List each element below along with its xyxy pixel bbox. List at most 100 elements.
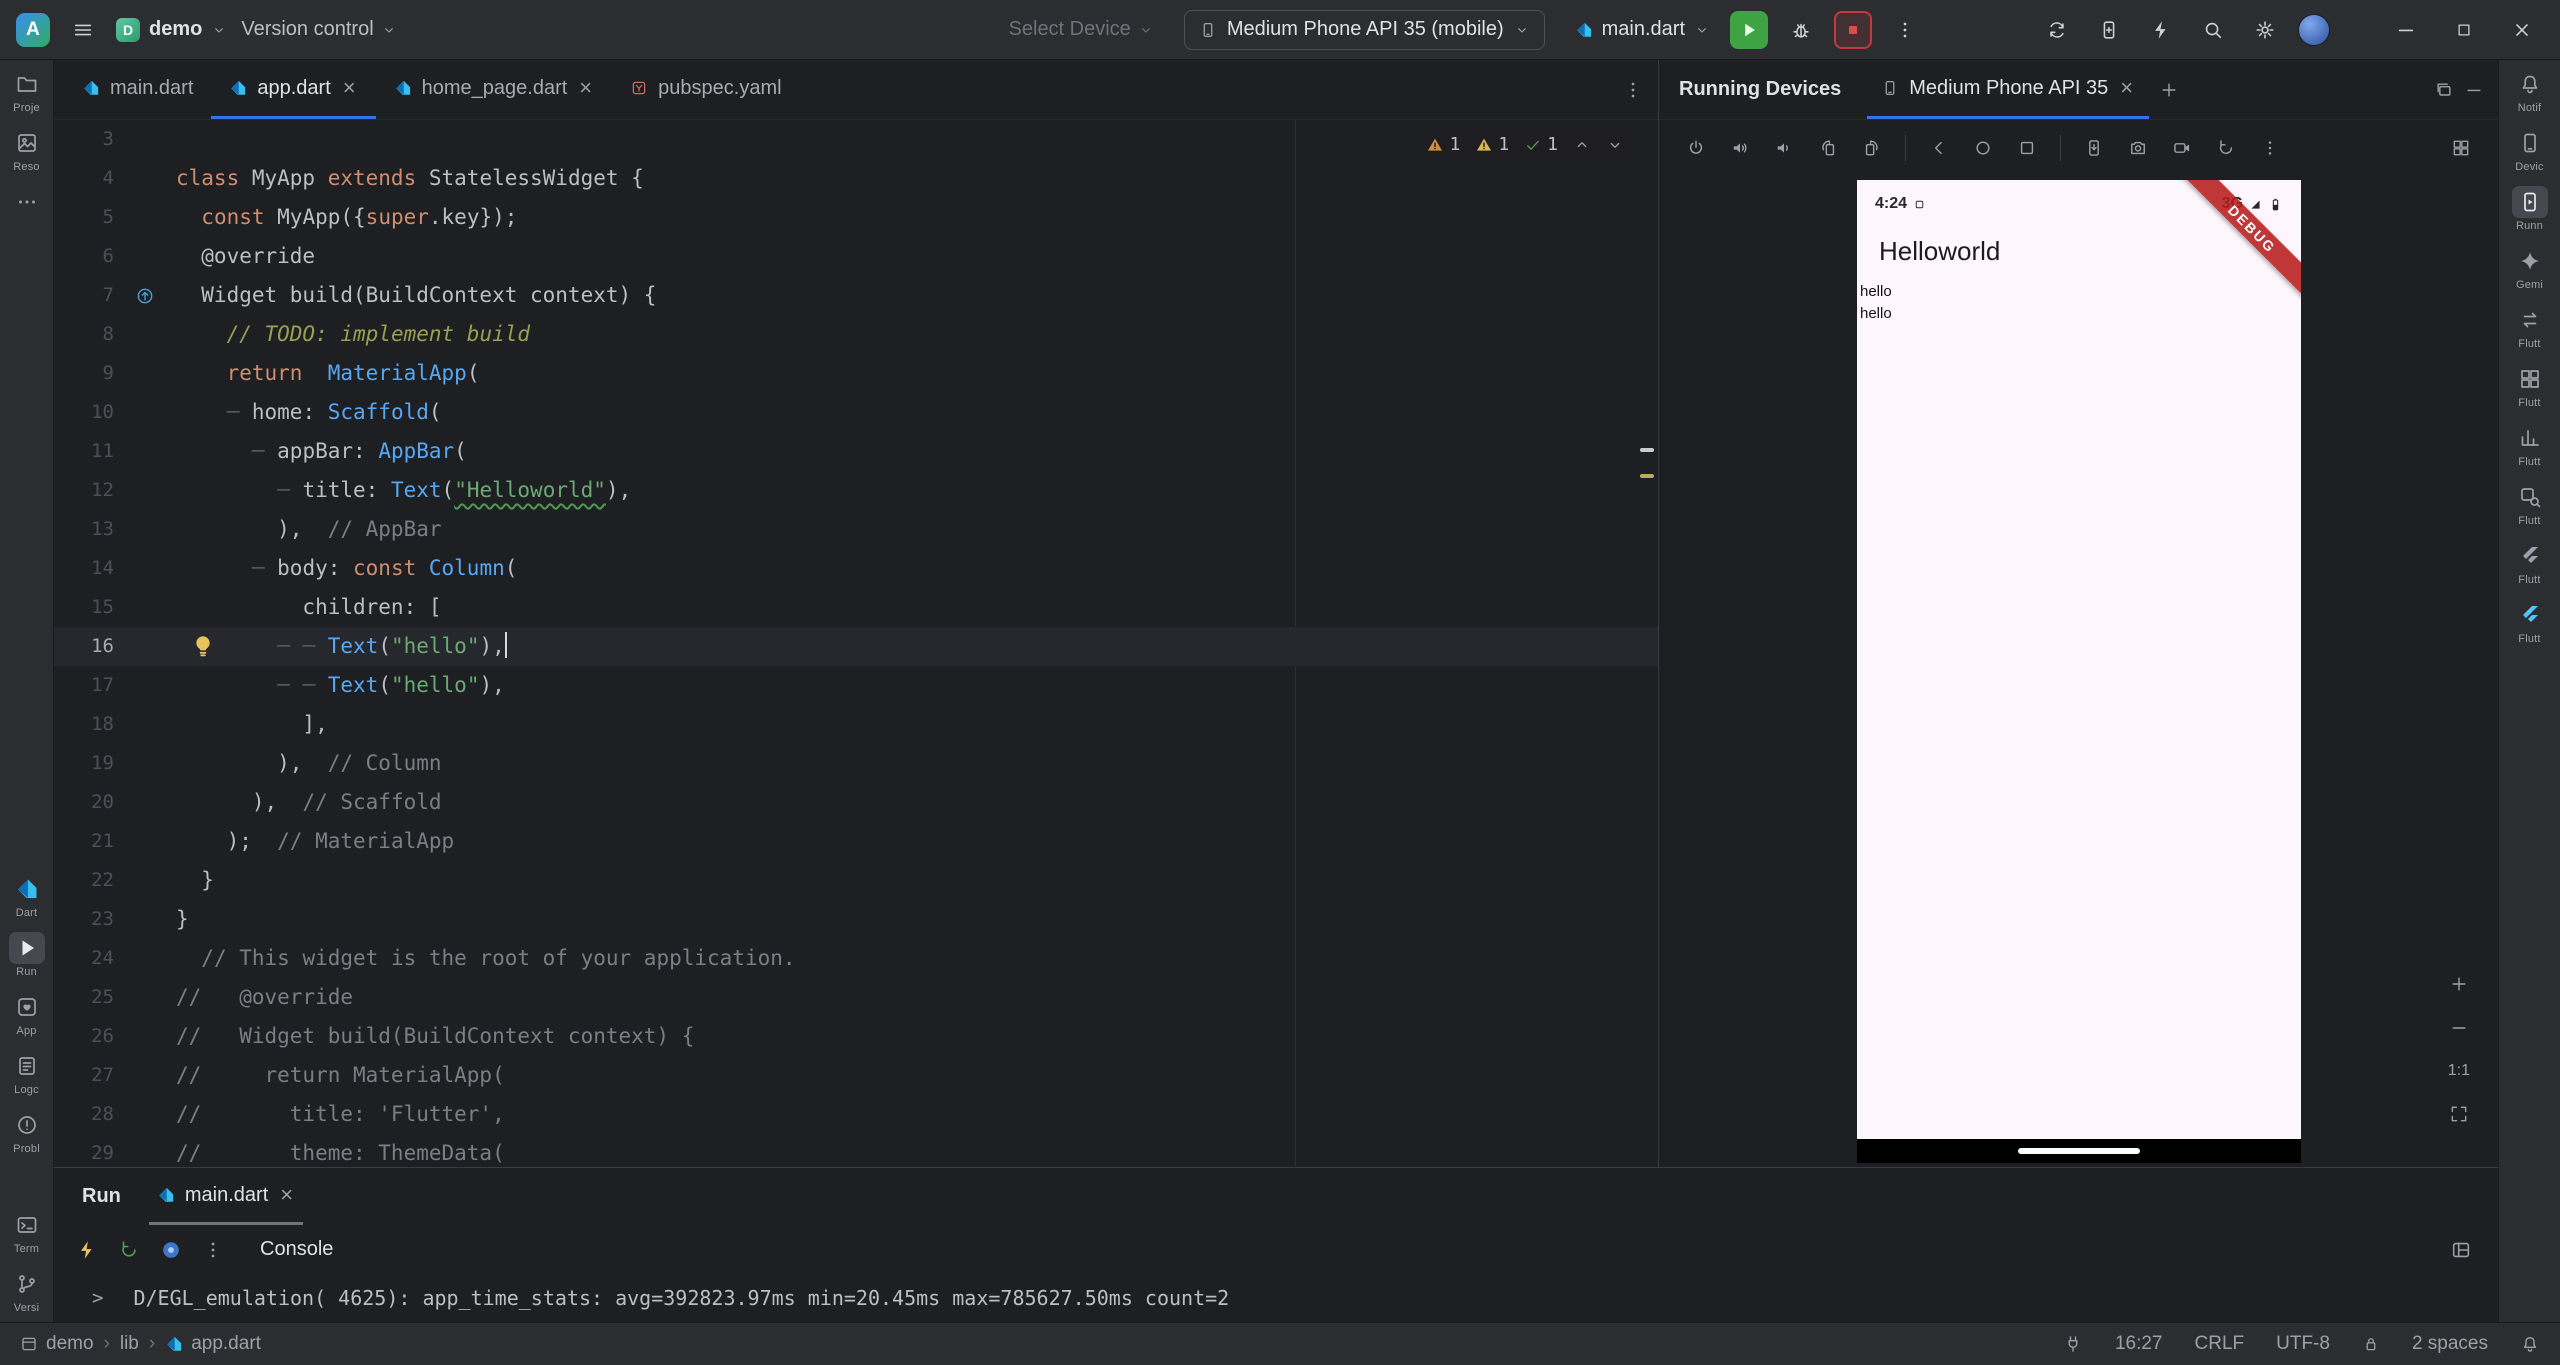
code-line-24[interactable]: 24 // This widget is the root of your ap…	[54, 939, 1658, 978]
volume-down-button[interactable]	[1765, 129, 1803, 167]
tool-stripe-problems[interactable]: Probl	[9, 1109, 45, 1155]
breadcrumb-app.dart[interactable]: app.dart	[165, 1333, 261, 1355]
zoom-out-icon[interactable]	[2449, 1018, 2469, 1038]
close-icon[interactable]: ×	[2118, 77, 2135, 99]
console-expand-icon[interactable]: >	[92, 1287, 103, 1309]
display-mode-button[interactable]	[2442, 129, 2480, 167]
tab-options-icon[interactable]	[1622, 79, 1644, 101]
run-configuration-selector[interactable]: main.dart	[1575, 18, 1710, 41]
device-category-selector[interactable]: Select Device	[1009, 18, 1154, 41]
code-line-18[interactable]: 18 ],	[54, 705, 1658, 744]
device-manager-button[interactable]	[2090, 11, 2128, 49]
code-line-19[interactable]: 19 ), // Column	[54, 744, 1658, 783]
code-line-17[interactable]: 17 ─ ─ Text("hello"),	[54, 666, 1658, 705]
add-device-tab-icon[interactable]	[2159, 80, 2179, 100]
previous-issue-icon[interactable]	[1573, 136, 1591, 154]
console-tab[interactable]: Console	[260, 1238, 333, 1261]
rotate-right-button[interactable]	[1853, 129, 1891, 167]
gesture-nav-bar[interactable]	[1857, 1139, 2301, 1163]
caret-position[interactable]: 16:27	[2115, 1333, 2163, 1355]
more-run-actions-button[interactable]	[1886, 11, 1924, 49]
code-line-8[interactable]: 8 // TODO: implement build	[54, 315, 1658, 354]
back-button[interactable]	[1920, 129, 1958, 167]
readonly-lock-icon[interactable]	[2362, 1335, 2380, 1353]
code-line-12[interactable]: 12 ─ title: Text("Helloworld"),	[54, 471, 1658, 510]
float-window-icon[interactable]	[2434, 80, 2454, 100]
code-line-3[interactable]: 3	[54, 120, 1658, 159]
window-minimize-button[interactable]	[2384, 10, 2428, 50]
tool-stripe-logcat[interactable]: Logc	[9, 1050, 45, 1096]
code-line-25[interactable]: 25// @override	[54, 978, 1658, 1017]
device-selector[interactable]: Medium Phone API 35 (mobile)	[1184, 10, 1545, 50]
code-line-20[interactable]: 20 ), // Scaffold	[54, 783, 1658, 822]
code-line-15[interactable]: 15 children: [	[54, 588, 1658, 627]
gradle-sync-button[interactable]	[2038, 11, 2076, 49]
code-line-11[interactable]: 11 ─ appBar: AppBar(	[54, 432, 1658, 471]
tool-stripe-notifications[interactable]: Notif	[2512, 68, 2548, 114]
notifications-icon[interactable]	[2520, 1334, 2540, 1354]
vcs-widget[interactable]: Version control	[241, 18, 396, 41]
hide-panel-icon[interactable]	[2464, 80, 2484, 100]
next-issue-icon[interactable]	[1606, 136, 1624, 154]
search-everywhere-button[interactable]	[2194, 11, 2232, 49]
device-tab[interactable]: Medium Phone API 35 ×	[1867, 60, 2149, 119]
tool-stripe-more-tool-windows[interactable]	[9, 186, 45, 218]
screenshot-button[interactable]	[2075, 129, 2113, 167]
app-console-icon[interactable]	[160, 1239, 182, 1261]
tool-stripe-terminal[interactable]: Term	[9, 1209, 45, 1255]
settings-button[interactable]	[2246, 11, 2284, 49]
code-line-13[interactable]: 13 ), // AppBar	[54, 510, 1658, 549]
stop-button[interactable]	[1834, 11, 1872, 49]
code-line-16[interactable]: 16 ─ ─ Text("hello"),	[54, 627, 1658, 666]
volume-up-button[interactable]	[1721, 129, 1759, 167]
tool-stripe-gemini[interactable]: Gemi	[2512, 245, 2548, 291]
code-line-21[interactable]: 21 ); // MaterialApp	[54, 822, 1658, 861]
layout-settings-icon[interactable]	[2450, 1239, 2472, 1261]
run-button[interactable]	[1730, 11, 1768, 49]
tool-stripe-project[interactable]: Proje	[9, 68, 45, 114]
line-separator[interactable]: CRLF	[2195, 1333, 2245, 1355]
tool-stripe-flutter-attach[interactable]: Flutt	[2512, 540, 2548, 586]
breadcrumb-demo[interactable]: demo	[20, 1333, 94, 1355]
more-options-icon[interactable]	[202, 1239, 224, 1261]
main-menu-button[interactable]	[64, 11, 102, 49]
code-line-29[interactable]: 29// theme: ThemeData(	[54, 1134, 1658, 1167]
code-line-28[interactable]: 28// title: 'Flutter',	[54, 1095, 1658, 1134]
user-avatar[interactable]	[2298, 14, 2330, 46]
emulator-screen[interactable]: 4:24 3G Helloworld hellohello DEBUG	[1857, 180, 2301, 1163]
hot-restart-icon[interactable]	[118, 1239, 140, 1261]
zoom-reset-button[interactable]: 1:1	[2448, 1062, 2470, 1080]
code-line-6[interactable]: 6 @override	[54, 237, 1658, 276]
window-close-button[interactable]	[2500, 10, 2544, 50]
project-selector[interactable]: D demo	[116, 18, 227, 42]
zoom-fit-icon[interactable]	[2449, 1104, 2469, 1124]
code-line-23[interactable]: 23}	[54, 900, 1658, 939]
code-line-14[interactable]: 14 ─ body: const Column(	[54, 549, 1658, 588]
debug-button[interactable]	[1782, 11, 1820, 49]
editor-tab-app.dart[interactable]: app.dart×	[211, 60, 375, 119]
more-vertical-button[interactable]	[2251, 129, 2289, 167]
close-icon[interactable]: ×	[577, 77, 594, 99]
code-line-26[interactable]: 26// Widget build(BuildContext context) …	[54, 1017, 1658, 1056]
code-line-10[interactable]: 10 ─ home: Scaffold(	[54, 393, 1658, 432]
code-line-7[interactable]: 7 Widget build(BuildContext context) {	[54, 276, 1658, 315]
power-button[interactable]	[1677, 129, 1715, 167]
tool-stripe-flutter-outline[interactable]: Flutt	[2512, 363, 2548, 409]
reset-button[interactable]	[2207, 129, 2245, 167]
tool-stripe-app-quality-insights[interactable]: App	[9, 991, 45, 1037]
tool-stripe-flutter-performance[interactable]: Flutt	[2512, 422, 2548, 468]
overview-button[interactable]	[2008, 129, 2046, 167]
editor[interactable]: 34class MyApp extends StatelessWidget {5…	[54, 120, 1658, 1167]
inspection-widget[interactable]: 1 1 1	[1418, 130, 1632, 159]
camera-button[interactable]	[2119, 129, 2157, 167]
run-tab-main-dart[interactable]: main.dart ×	[149, 1168, 303, 1225]
intention-bulb-icon[interactable]	[190, 633, 216, 659]
editor-tab-home_page.dart[interactable]: home_page.dart×	[376, 60, 613, 119]
code-line-9[interactable]: 9 return MaterialApp(	[54, 354, 1658, 393]
rotate-left-button[interactable]	[1809, 129, 1847, 167]
breadcrumb-lib[interactable]: lib	[120, 1333, 139, 1355]
tool-stripe-dart-analysis[interactable]: Dart	[9, 873, 45, 919]
tool-stripe-running-devices[interactable]: Runn	[2512, 186, 2548, 232]
console-output[interactable]: > D/EGL_emulation( 4625): app_time_stats…	[54, 1274, 2498, 1322]
tool-stripe-device-manager[interactable]: Devic	[2512, 127, 2548, 173]
